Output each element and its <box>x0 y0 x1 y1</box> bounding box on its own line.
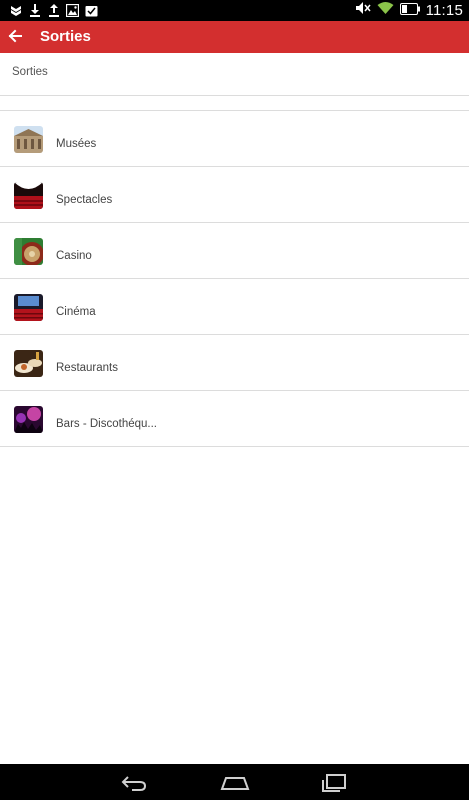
home-icon <box>220 777 250 790</box>
battery-icon <box>399 2 420 20</box>
back-button[interactable] <box>4 25 26 47</box>
task-icon <box>85 3 98 17</box>
list-item-cinema[interactable]: Cinéma <box>0 279 469 335</box>
list-item-label: Restaurants <box>56 362 119 374</box>
theatre-thumbnail <box>14 182 43 209</box>
recent-apps-icon <box>322 774 346 792</box>
page-title: Sorties <box>40 28 91 45</box>
museum-thumbnail <box>14 126 43 153</box>
arrow-left-icon <box>8 29 22 43</box>
notification-icon <box>9 3 22 17</box>
back-icon <box>121 776 147 791</box>
list-item-bars-discotheques[interactable]: Bars - Discothéqu... <box>0 391 469 447</box>
section-header-label: Sorties <box>12 66 48 78</box>
nav-recent-apps-button[interactable] <box>320 772 348 794</box>
list-item-label: Cinéma <box>56 306 96 318</box>
list-item-label: Spectacles <box>56 194 113 206</box>
system-nav-bar <box>0 764 469 800</box>
mute-icon <box>355 1 371 20</box>
list-item-musees[interactable]: Musées <box>0 111 469 167</box>
list-item-restaurants[interactable]: Restaurants <box>0 335 469 391</box>
status-notifications <box>9 3 98 17</box>
nav-home-button[interactable] <box>220 772 250 794</box>
image-icon <box>66 3 79 17</box>
app-bar: Sorties <box>0 21 469 53</box>
status-bar: 11:15 <box>0 0 469 21</box>
list-item-label: Casino <box>56 250 92 262</box>
upload-icon <box>47 3 60 17</box>
list-item-label: Bars - Discothéqu... <box>56 418 157 430</box>
roulette-thumbnail <box>14 238 43 265</box>
download-icon <box>28 3 41 17</box>
section-header: Sorties <box>0 53 469 96</box>
category-list: Musées Spectacles Casino Cinéma Restaura… <box>0 111 469 447</box>
restaurant-thumbnail <box>14 350 43 377</box>
status-system: 11:15 <box>355 0 463 21</box>
divider <box>0 96 469 111</box>
list-item-spectacles[interactable]: Spectacles <box>0 167 469 223</box>
cinema-thumbnail <box>14 294 43 321</box>
wifi-icon <box>377 1 394 20</box>
nav-back-button[interactable] <box>120 772 148 794</box>
list-item-casino[interactable]: Casino <box>0 223 469 279</box>
list-item-label: Musées <box>56 138 97 150</box>
clock: 11:15 <box>425 2 463 19</box>
nightclub-thumbnail <box>14 406 43 433</box>
